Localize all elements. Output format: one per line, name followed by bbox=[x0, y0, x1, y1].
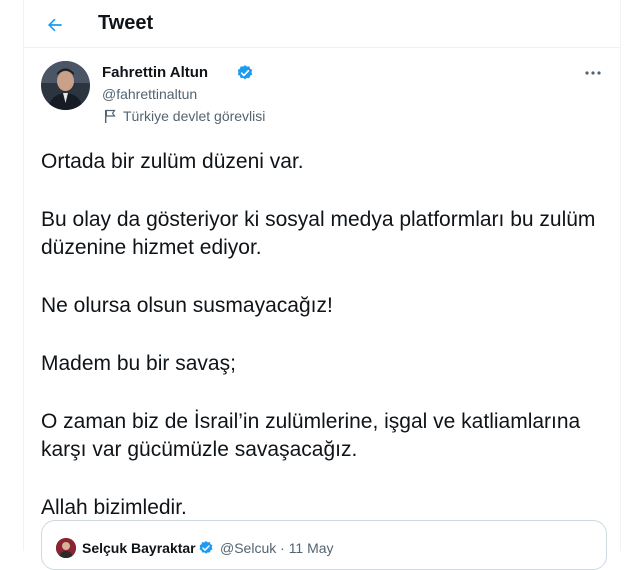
label-text: Türkiye devlet görevlisi bbox=[123, 108, 266, 124]
tweet-text: Ortada bir zulüm düzeni var. Bu olay da … bbox=[41, 148, 611, 552]
government-label[interactable]: Türkiye devlet görevlisi bbox=[104, 108, 265, 124]
arrow-left-icon bbox=[48, 18, 62, 32]
quoted-meta: @Selcuk · 11 May bbox=[220, 540, 334, 556]
tweet-paragraph: Bu olay da gösteriyor ki sosyal medya pl… bbox=[41, 208, 596, 259]
tweet-column: Tweet Fahrettin Altun @fahrettinaltun Tü… bbox=[23, 0, 621, 570]
tweet-paragraph: O zaman biz de İsrail’in zulümlerine, iş… bbox=[41, 410, 581, 461]
author-handle[interactable]: @fahrettinaltun bbox=[102, 86, 197, 102]
verified-badge-icon bbox=[199, 541, 213, 554]
quoted-tweet[interactable]: Selçuk Bayraktar @Selcuk · 11 May bbox=[41, 520, 607, 570]
quoted-avatar bbox=[56, 538, 76, 558]
more-options-button[interactable] bbox=[582, 62, 604, 84]
tweet-paragraph: Ne olursa olsun susmayacağız! bbox=[41, 294, 333, 317]
avatar[interactable] bbox=[41, 61, 90, 110]
more-dots-icon bbox=[585, 71, 601, 75]
quoted-date: 11 May bbox=[288, 540, 334, 556]
page-header: Tweet bbox=[24, 0, 620, 48]
back-button[interactable] bbox=[38, 8, 72, 42]
tweet-paragraph: Allah bizimledir. bbox=[41, 496, 187, 519]
tweet-paragraph: Ortada bir zulüm düzeni var. bbox=[41, 150, 304, 173]
page-title: Tweet bbox=[98, 12, 154, 34]
quoted-handle: @Selcuk bbox=[220, 540, 277, 556]
quoted-separator: · bbox=[280, 540, 285, 556]
author-name[interactable]: Fahrettin Altun bbox=[102, 64, 208, 81]
tweet-paragraph: Madem bu bir savaş; bbox=[41, 352, 236, 375]
flag-icon bbox=[105, 109, 116, 123]
quoted-author-name: Selçuk Bayraktar bbox=[82, 540, 196, 556]
verified-badge-icon bbox=[237, 65, 253, 80]
